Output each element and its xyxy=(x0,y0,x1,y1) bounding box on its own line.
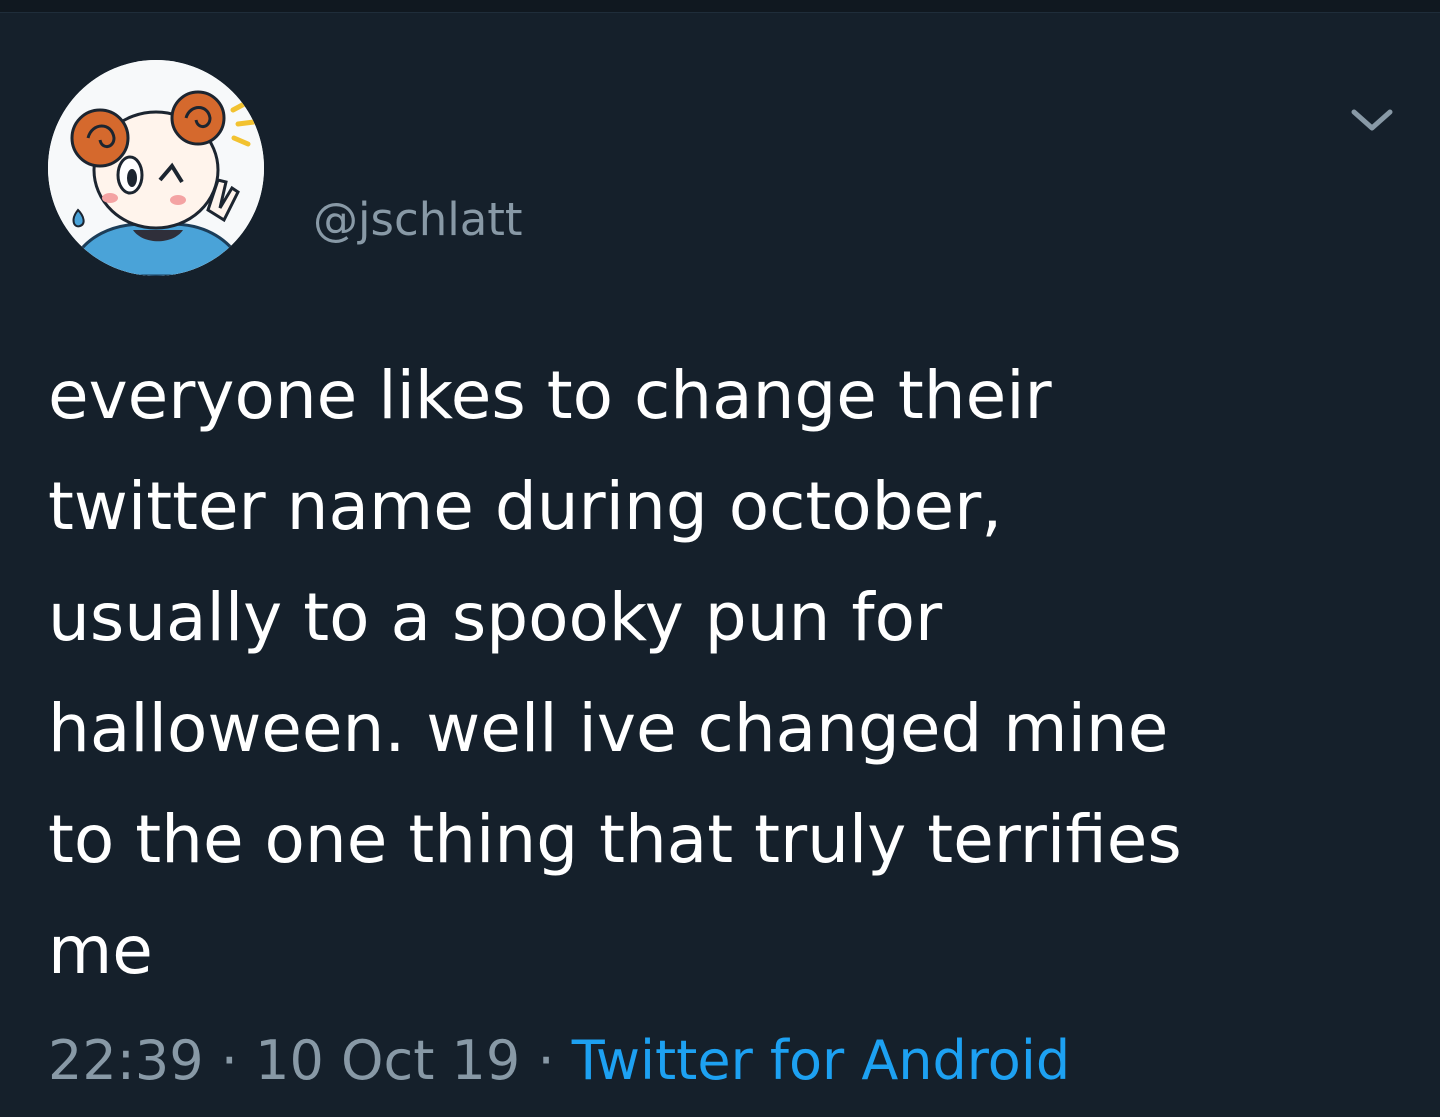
tweet-time[interactable]: 22:39 xyxy=(48,1029,204,1092)
chevron-down-icon[interactable] xyxy=(1348,100,1396,140)
status-strip xyxy=(0,0,1440,13)
tweet-text: everyone likes to change their twitter n… xyxy=(48,357,1182,989)
tweet-source-link[interactable]: Twitter for Android xyxy=(572,1029,1070,1092)
tweet-date[interactable]: 10 Oct 19 xyxy=(255,1029,520,1092)
user-handle[interactable]: @jschlatt xyxy=(313,190,523,250)
chevron-down-icon-svg xyxy=(1351,109,1393,131)
meta-separator: · xyxy=(220,1029,238,1092)
avatar-illustration xyxy=(48,60,264,276)
meta-separator: · xyxy=(537,1029,555,1092)
avatar[interactable] xyxy=(48,60,264,276)
tweet-metadata: 22:39 · 10 Oct 19 · Twitter for Android xyxy=(48,1025,1070,1097)
